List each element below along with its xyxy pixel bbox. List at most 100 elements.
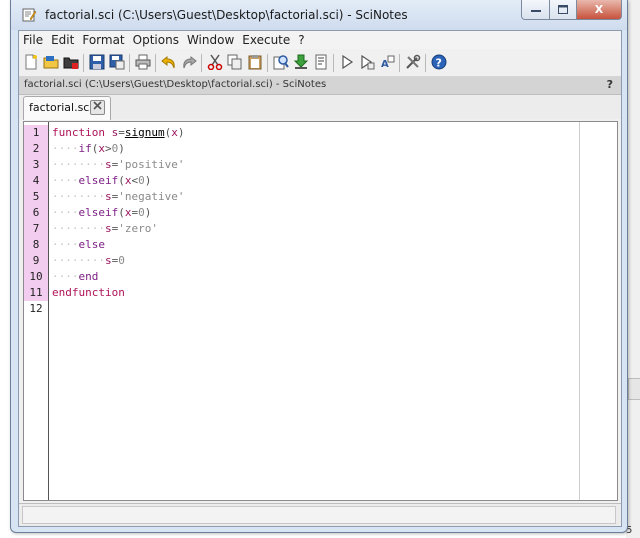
- menu-edit[interactable]: Edit: [47, 31, 78, 49]
- line-number: 4: [24, 173, 48, 189]
- code-line[interactable]: ········s=0: [52, 253, 125, 269]
- menu-window[interactable]: Window: [183, 31, 238, 49]
- help-button[interactable]: ?: [430, 53, 448, 71]
- find-button[interactable]: [272, 53, 290, 71]
- run-icon: [342, 54, 354, 70]
- redo-icon: [183, 55, 197, 69]
- tools-icon: [406, 54, 421, 69]
- menu-options[interactable]: Options: [129, 31, 183, 49]
- cut-icon: [207, 54, 223, 70]
- document-info-bar: factorial.sci (C:\Users\Guest\Desktop\fa…: [19, 77, 621, 95]
- run-selection-icon: [361, 54, 375, 70]
- title-bar[interactable]: factorial.sci (C:\Users\Guest\Desktop\fa…: [11, 0, 627, 30]
- menu-file[interactable]: File: [19, 31, 47, 49]
- right-margin-line: [579, 122, 580, 500]
- redo-button[interactable]: [180, 53, 198, 71]
- toolbar-separator: [129, 54, 130, 72]
- save-as-icon: [109, 54, 125, 70]
- code-line[interactable]: ····if(x>0): [52, 141, 125, 157]
- paste-icon: [248, 55, 262, 70]
- tab-factorial-sci[interactable]: factorial.sci: [23, 96, 111, 120]
- find-icon: [273, 55, 289, 70]
- tab-bar: factorial.sci: [19, 95, 621, 120]
- line-number: 7: [24, 221, 48, 237]
- tab-close-button[interactable]: [90, 100, 105, 115]
- status-field: [22, 506, 616, 524]
- tools-button[interactable]: [404, 53, 422, 71]
- copy-icon: [227, 54, 242, 70]
- close-button[interactable]: X: [576, 0, 622, 20]
- help-icon: ?: [431, 54, 447, 70]
- toolbar-separator: [267, 54, 268, 72]
- copy-button[interactable]: [226, 53, 244, 71]
- code-line[interactable]: ····end: [52, 269, 98, 285]
- line-number: 3: [24, 157, 48, 173]
- format-icon: A: [381, 55, 395, 70]
- tab-label: factorial.sci: [29, 101, 93, 114]
- scinotes-app-icon: [22, 8, 37, 22]
- window-title: factorial.sci (C:\Users\Guest\Desktop\fa…: [45, 8, 408, 22]
- background-scrollbar: [628, 378, 640, 400]
- save-icon: [89, 54, 105, 70]
- toolbar-separator: [333, 54, 334, 72]
- close-icon: X: [594, 3, 604, 16]
- maximize-icon: [558, 5, 568, 14]
- code-line[interactable]: ····elseif(x=0): [52, 205, 151, 221]
- menu-execute[interactable]: Execute: [238, 31, 294, 49]
- line-number: 6: [24, 205, 48, 221]
- code-line[interactable]: function s=signum(x): [52, 125, 184, 141]
- line-number: 11: [24, 285, 48, 301]
- code-line[interactable]: ········s='zero': [52, 221, 158, 237]
- format-button[interactable]: A: [378, 53, 396, 71]
- new-file-button[interactable]: [22, 53, 40, 71]
- menu-help[interactable]: ?: [294, 31, 308, 49]
- info-help-mark[interactable]: ?: [607, 78, 613, 91]
- save-as-button[interactable]: [108, 53, 126, 71]
- code-line[interactable]: ····else: [52, 237, 105, 253]
- line-number: 10: [24, 269, 48, 285]
- undo-icon: [161, 55, 175, 69]
- code-line[interactable]: ········s='negative': [52, 189, 184, 205]
- toolbar: A ?: [19, 50, 621, 77]
- run-selection-button[interactable]: [358, 53, 376, 71]
- open-file-icon: [43, 56, 59, 69]
- code-line[interactable]: ········s='positive': [52, 157, 184, 173]
- load-into-scilab-button[interactable]: [292, 53, 310, 71]
- save-button[interactable]: [88, 53, 106, 71]
- menu-bar: File Edit Format Options Window Execute …: [19, 31, 621, 49]
- load-into-scilab-icon: [293, 54, 309, 69]
- open-recent-icon: [63, 57, 79, 69]
- scinotes-window: factorial.sci (C:\Users\Guest\Desktop\fa…: [10, 0, 628, 533]
- code-line[interactable]: endfunction: [52, 285, 125, 301]
- line-number: 8: [24, 237, 48, 253]
- line-number: 1: [24, 125, 48, 141]
- code-editor[interactable]: 1 2 3 4 5 6 7 8 9 10 11 12 function s=signum(x) ····…: [23, 121, 618, 501]
- paste-button[interactable]: [246, 53, 264, 71]
- desktop-background: 5: [626, 0, 640, 538]
- line-number: 12: [29, 302, 43, 315]
- toolbar-separator: [399, 54, 400, 72]
- new-file-icon: [25, 54, 37, 70]
- client-area: File Edit Format Options Window Execute …: [18, 30, 622, 527]
- execute-file-button[interactable]: [312, 53, 330, 71]
- undo-button[interactable]: [160, 53, 178, 71]
- line-number: 2: [24, 141, 48, 157]
- line-number-gutter: 1 2 3 4 5 6 7 8 9 10 11 12: [24, 122, 49, 500]
- toolbar-separator: [83, 54, 84, 72]
- open-recent-button[interactable]: [62, 53, 80, 71]
- execute-file-icon: [315, 54, 327, 70]
- cut-button[interactable]: [206, 53, 224, 71]
- open-file-button[interactable]: [42, 53, 60, 71]
- minimize-button[interactable]: [521, 0, 551, 20]
- print-button[interactable]: [134, 53, 152, 71]
- toolbar-separator: [425, 54, 426, 72]
- menu-format[interactable]: Format: [78, 31, 128, 49]
- status-bar: [19, 503, 621, 526]
- document-path: factorial.sci (C:\Users\Guest\Desktop\fa…: [24, 79, 327, 90]
- maximize-button[interactable]: [549, 0, 577, 20]
- minimize-icon: [531, 9, 541, 12]
- code-line[interactable]: ····elseif(x<0): [52, 173, 151, 189]
- close-icon: [93, 101, 102, 110]
- svg-text:?: ?: [436, 57, 442, 70]
- run-button[interactable]: [338, 53, 356, 71]
